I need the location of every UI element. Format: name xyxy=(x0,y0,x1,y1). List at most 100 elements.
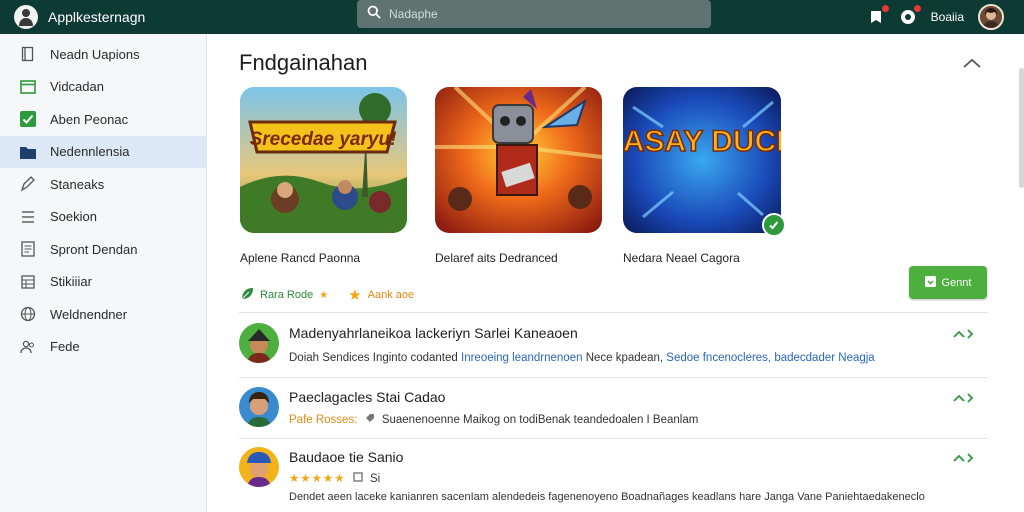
sidebar-item-0[interactable]: Neadn Uapions xyxy=(0,38,206,71)
avatar xyxy=(239,447,279,487)
rating-label: Rara Rode xyxy=(260,289,314,301)
sidebar-item-label: Neadn Uapions xyxy=(50,46,140,62)
list-item-title: Baudaoe tie Sanio xyxy=(289,449,404,465)
app-title: Applkesternagn xyxy=(48,9,146,25)
sidebar: Neadn Uapions Vidcadan Aben Peonac Neden… xyxy=(0,34,207,512)
rating-short-text: Si xyxy=(369,473,381,485)
expand-button[interactable] xyxy=(952,392,978,406)
sidebar-item-label: Stikiiiar xyxy=(50,274,92,290)
list-item-body: Dendet aeen laceke kanianren sacenIam al… xyxy=(289,491,925,503)
people-icon xyxy=(20,339,36,355)
main-content: Fndgainahan Srecedae yaryu! Aplene Rancd… xyxy=(208,34,1020,512)
top-bar: Applkesternagn Boaiia xyxy=(0,0,1024,34)
game-thumbnail[interactable]: Srecedae yaryu! xyxy=(240,87,407,233)
app-logo-icon xyxy=(14,5,38,29)
sidebar-item-label: Nedennlensia xyxy=(50,144,130,160)
avatar xyxy=(239,323,279,363)
divider xyxy=(239,438,988,439)
section-title: Fndgainahan xyxy=(239,50,368,75)
scrollbar[interactable] xyxy=(1019,68,1024,188)
globe-icon xyxy=(20,306,36,322)
sidebar-item-5[interactable]: Soekion xyxy=(0,201,206,234)
list-item-subtitle: Pafe Rosses: Suaenenoenne Maikog on todi… xyxy=(289,413,698,426)
card-meta: Rara Rode ★ ★ Aank aoe xyxy=(241,286,414,304)
card-label: Nedara Neael Cagora xyxy=(623,251,740,265)
chevron-icon xyxy=(953,450,977,468)
expand-button[interactable] xyxy=(952,328,978,342)
alert-icon[interactable] xyxy=(899,5,921,26)
leaf-icon xyxy=(241,287,254,303)
folder-icon xyxy=(20,144,36,160)
sidebar-item-label: Aben Peonac xyxy=(50,111,129,127)
card-art-title: CLASAY DUCKG xyxy=(623,125,781,158)
search-bar[interactable] xyxy=(357,0,711,28)
user-name[interactable]: Boaiia xyxy=(931,10,964,24)
card-label: Aplene Rancd Paonna xyxy=(240,251,361,265)
subtitle-text-2: Nece kpadean, xyxy=(585,352,664,364)
sidebar-item-label: Vidcadan xyxy=(50,79,104,95)
sidebar-item-8[interactable]: Weldnendner xyxy=(0,298,206,331)
sidebar-item-4[interactable]: Staneaks xyxy=(0,168,206,201)
verified-check-icon xyxy=(762,213,786,237)
grid-icon xyxy=(20,274,36,290)
game-card[interactable]: CLASAY DUCKG Nedara Neael Cagora xyxy=(623,87,813,265)
star-rating: ★★★★★ xyxy=(289,473,346,485)
search-icon xyxy=(367,5,381,24)
download-icon xyxy=(924,275,936,290)
get-button-label: Gennt xyxy=(941,276,972,289)
list-item-rating: ★★★★★ Si xyxy=(289,471,380,485)
game-card[interactable]: Srecedae yaryu! Aplene Rancd Paonna xyxy=(240,87,430,265)
game-thumbnail[interactable]: CLASAY DUCKG xyxy=(623,87,781,233)
sidebar-item-3[interactable]: Nedennlensia xyxy=(0,135,206,168)
subtitle-text: Suaenenoenne Maikog on todiBenak teanded… xyxy=(381,414,699,426)
chevron-icon xyxy=(953,326,977,344)
alert-dot xyxy=(913,5,921,12)
list-icon xyxy=(20,209,36,225)
subtitle-text: Doiah Sendices Inginto codanted xyxy=(289,352,458,364)
expand-button[interactable] xyxy=(952,452,978,466)
list-item-subtitle: Doiah Sendices Inginto codanted Inreoein… xyxy=(289,352,875,364)
search-input[interactable] xyxy=(389,7,689,21)
list-item[interactable]: Paeclagacles Stai Cadao Pafe Rosses: Sua… xyxy=(239,386,988,434)
user-avatar[interactable] xyxy=(978,4,1004,30)
notification-dot xyxy=(881,5,889,12)
sidebar-item-6[interactable]: Spront Dendan xyxy=(0,233,206,266)
card-art-title: Srecedae yaryu! xyxy=(250,129,397,150)
chevron-icon xyxy=(953,390,977,408)
divider xyxy=(239,377,988,378)
pen-icon xyxy=(20,176,36,192)
collapse-button[interactable] xyxy=(960,54,984,74)
sidebar-item-2[interactable]: Aben Peonac xyxy=(0,103,206,136)
brand[interactable]: Applkesternagn xyxy=(14,3,145,31)
sidebar-item-label: Fede xyxy=(50,339,80,355)
card-label: Delaref aits Dedranced xyxy=(435,251,558,265)
check-icon xyxy=(20,111,36,128)
tag-icon xyxy=(365,414,375,426)
document-icon xyxy=(20,241,36,257)
star-icon: ★ xyxy=(348,287,362,304)
game-card[interactable]: Delaref aits Dedranced xyxy=(435,87,625,265)
game-thumbnail[interactable] xyxy=(435,87,602,233)
chevron-up-icon xyxy=(963,55,981,73)
sidebar-item-label: Spront Dendan xyxy=(50,241,138,257)
sidebar-item-7[interactable]: Stikiiiar xyxy=(0,266,206,299)
get-button[interactable]: Gennt xyxy=(909,266,987,299)
list-item[interactable]: Baudaoe tie Sanio ★★★★★ Si Dendet aeen l… xyxy=(239,446,988,512)
sidebar-item-label: Soekion xyxy=(50,209,97,225)
avatar xyxy=(239,387,279,427)
star-label: Aank aoe xyxy=(367,289,415,301)
list-item[interactable]: Madenyahrlaneikoa lackeriyn Sarlei Kanea… xyxy=(239,322,988,376)
window-icon xyxy=(20,79,36,95)
bookmark-notification-icon[interactable] xyxy=(867,5,889,26)
subtitle-highlight: Pafe Rosses: xyxy=(289,414,358,426)
divider xyxy=(239,312,988,313)
sidebar-item-1[interactable]: Vidcadan xyxy=(0,71,206,104)
sidebar-item-label: Weldnendner xyxy=(50,306,128,322)
sidebar-item-label: Staneaks xyxy=(50,176,105,192)
list-item-title: Madenyahrlaneikoa lackeriyn Sarlei Kanea… xyxy=(289,325,578,341)
sidebar-item-9[interactable]: Fede xyxy=(0,331,206,364)
subtitle-link-2[interactable]: Sedoe fncenocleres, badecdader Neagja xyxy=(666,352,874,364)
book-icon xyxy=(20,46,36,62)
subtitle-link[interactable]: Inreoeing leandrnenoen xyxy=(461,352,583,364)
list-item-title: Paeclagacles Stai Cadao xyxy=(289,389,446,405)
